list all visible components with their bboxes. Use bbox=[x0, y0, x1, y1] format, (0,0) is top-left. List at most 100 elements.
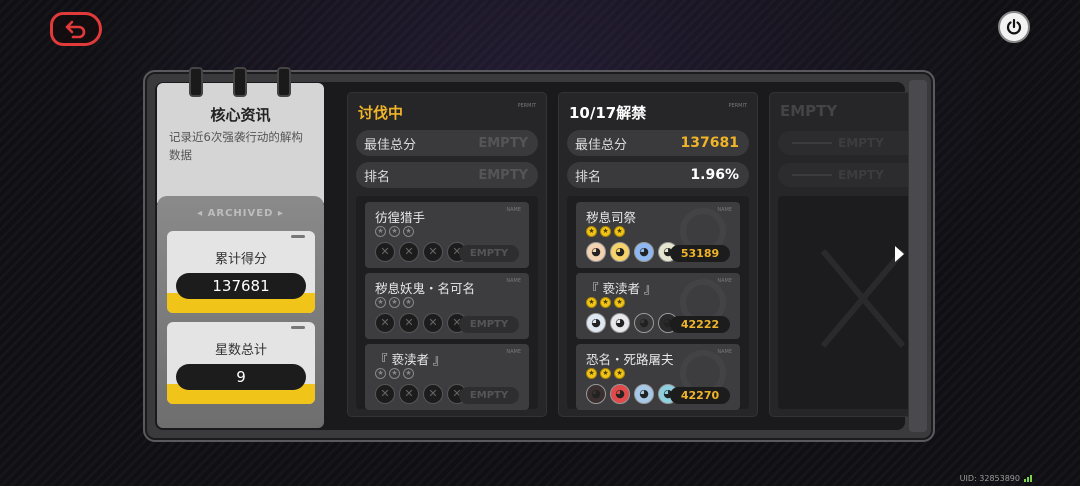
empty-row: EMPTY bbox=[778, 163, 908, 187]
score-badge: 42222 bbox=[670, 316, 730, 333]
character-avatar: ◕ bbox=[586, 384, 606, 404]
empty-slot-icon: ✕ bbox=[423, 242, 443, 262]
empty-slot-icon: ✕ bbox=[423, 384, 443, 404]
star-total-label: 星数总计 bbox=[214, 343, 267, 358]
star-empty-icon: ★ bbox=[375, 297, 386, 308]
power-button[interactable] bbox=[998, 11, 1030, 43]
star-empty-icon: ★ bbox=[403, 297, 414, 308]
empty-score-badge: EMPTY bbox=[459, 387, 519, 404]
card-tab bbox=[291, 235, 305, 238]
character-avatar: ◕ bbox=[586, 313, 606, 333]
notepad-title: 核心资讯 bbox=[210, 106, 271, 124]
name-tag: NAME bbox=[506, 349, 521, 355]
team-slots: ✕ ✕ ✕ ✕ bbox=[375, 313, 467, 333]
enemy-card[interactable]: 彷徨猎手 NAME ★ ★ ★ ✕ ✕ ✕ ✕ EMPTY bbox=[365, 202, 529, 268]
binder-ring bbox=[277, 67, 291, 97]
total-score-value: 137681 bbox=[176, 273, 306, 299]
enemy-card[interactable]: 『 亵渎者 』 NAME ★ ★ ★ ◕ ◕ ◕ ◕ 42222 bbox=[576, 273, 740, 339]
signal-icon bbox=[1024, 475, 1032, 482]
star-empty-icon: ★ bbox=[389, 368, 400, 379]
team-slots: ◕ ◕ ◕ ◕ bbox=[586, 242, 678, 262]
star-empty-icon: ★ bbox=[375, 368, 386, 379]
enemy-card[interactable]: 秽息司祭 NAME ★ ★ ★ ◕ ◕ ◕ ◕ 53189 bbox=[576, 202, 740, 268]
name-tag: NAME bbox=[717, 349, 732, 355]
star-empty-icon: ★ bbox=[403, 226, 414, 237]
binder-ring bbox=[233, 67, 247, 97]
enemy-name: 『 亵渎者 』 bbox=[586, 281, 657, 296]
enemy-name: 彷徨猎手 bbox=[375, 210, 426, 225]
enemy-card[interactable]: 恐名・死路屠夫 NAME ★ ★ ★ ◕ ◕ ◕ ◕ 42270 bbox=[576, 344, 740, 410]
character-avatar: ◕ bbox=[634, 313, 654, 333]
notepad-sheet: 核心资讯 记录近6次强袭行动的解构数据 bbox=[157, 67, 324, 203]
name-tag: NAME bbox=[506, 278, 521, 284]
empty-body bbox=[778, 196, 908, 409]
star-rating: ★ ★ ★ bbox=[586, 297, 625, 308]
star-filled-icon: ★ bbox=[600, 226, 611, 237]
character-avatar: ◕ bbox=[610, 384, 630, 404]
best-score-value: 137681 bbox=[680, 135, 739, 151]
star-filled-icon: ★ bbox=[614, 226, 625, 237]
character-avatar: ◕ bbox=[610, 313, 630, 333]
character-avatar: ◕ bbox=[634, 384, 654, 404]
star-empty-icon: ★ bbox=[389, 226, 400, 237]
enemy-card[interactable]: 『 亵渎者 』 NAME ★ ★ ★ ✕ ✕ ✕ ✕ EMPTY bbox=[365, 344, 529, 410]
star-empty-icon: ★ bbox=[389, 297, 400, 308]
archived-text: ARCHIVED bbox=[207, 208, 274, 219]
empty-slot-icon: ✕ bbox=[375, 313, 395, 333]
empty-score-badge: EMPTY bbox=[459, 245, 519, 262]
rank-row: 排名 1.96% bbox=[567, 162, 749, 188]
permit-tag: PERMIT bbox=[728, 103, 748, 109]
empty-score-badge: EMPTY bbox=[459, 316, 519, 333]
name-tag: NAME bbox=[506, 207, 521, 213]
score-badge: 53189 bbox=[670, 245, 730, 262]
enemy-card[interactable]: 秽息妖鬼・名可名 NAME ★ ★ ★ ✕ ✕ ✕ ✕ EMPTY bbox=[365, 273, 529, 339]
rank-value: EMPTY bbox=[478, 167, 528, 183]
score-badge: 42270 bbox=[670, 387, 730, 404]
empty-slot-icon: ✕ bbox=[399, 242, 419, 262]
empty-slot-icon: ✕ bbox=[399, 384, 419, 404]
star-rating: ★ ★ ★ bbox=[375, 226, 414, 237]
star-filled-icon: ★ bbox=[586, 226, 597, 237]
best-score-row: 最佳总分 137681 bbox=[567, 130, 749, 156]
back-button[interactable] bbox=[50, 12, 102, 46]
locked-empty-panel: EMPTY EMPTY EMPTY bbox=[769, 92, 909, 417]
enemy-name: 『 亵渎者 』 bbox=[375, 352, 446, 367]
enemy-name: 恐名・死路屠夫 bbox=[586, 352, 674, 367]
power-icon bbox=[1006, 18, 1022, 35]
card-tab bbox=[291, 326, 305, 329]
character-avatar: ◕ bbox=[634, 242, 654, 262]
star-filled-icon: ★ bbox=[600, 297, 611, 308]
name-tag: NAME bbox=[717, 207, 732, 213]
star-rating: ★ ★ ★ bbox=[375, 368, 414, 379]
current-hunt-panel[interactable]: 讨伐中 PERMIT 最佳总分 EMPTY 排名 EMPTY 彷徨猎手 NAME ★… bbox=[347, 92, 547, 417]
team-slots: ✕ ✕ ✕ ✕ bbox=[375, 242, 467, 262]
archived-label: ◂ ARCHIVED ▸ bbox=[197, 208, 284, 219]
star-total-value: 9 bbox=[176, 364, 306, 390]
star-total-card: 星数总计 9 bbox=[167, 322, 315, 404]
permit-tag: PERMIT bbox=[517, 103, 537, 109]
rank-label: 排名 bbox=[575, 169, 602, 185]
unlocked-panel[interactable]: 10/17解禁 PERMIT 最佳总分 137681 排名 1.96% 秽息司祭… bbox=[558, 92, 758, 417]
empty-row-text: EMPTY bbox=[838, 168, 884, 182]
binder-ring bbox=[189, 67, 203, 97]
core-info-notepad: 核心资讯 记录近6次强袭行动的解构数据 ◂ ARCHIVED ▸ 累计得分 13… bbox=[157, 67, 324, 428]
star-rating: ★ ★ ★ bbox=[375, 297, 414, 308]
total-score-label: 累计得分 bbox=[214, 252, 267, 267]
empty-slot-icon: ✕ bbox=[375, 242, 395, 262]
best-score-label: 最佳总分 bbox=[364, 137, 417, 153]
star-rating: ★ ★ ★ bbox=[586, 368, 625, 379]
star-filled-icon: ★ bbox=[614, 368, 625, 379]
next-page-arrow-icon[interactable] bbox=[895, 246, 904, 262]
rank-row: 排名 EMPTY bbox=[356, 162, 538, 188]
empty-panel-title: EMPTY bbox=[780, 102, 838, 120]
empty-slot-icon: ✕ bbox=[423, 313, 443, 333]
panel-title: 讨伐中 bbox=[358, 104, 404, 122]
character-avatar: ◕ bbox=[610, 242, 630, 262]
enemy-list: 彷徨猎手 NAME ★ ★ ★ ✕ ✕ ✕ ✕ EMPTY 秽息妖鬼・名可名 NAME ★ ★ ★ ✕ ✕ ✕ ✕ E… bbox=[356, 196, 538, 410]
archive-section: ◂ ARCHIVED ▸ 累计得分 137681 星数总计 9 bbox=[157, 196, 324, 428]
total-score-card: 累计得分 137681 bbox=[167, 231, 315, 313]
star-filled-icon: ★ bbox=[600, 368, 611, 379]
team-slots: ◕ ◕ ◕ ◕ bbox=[586, 313, 678, 333]
empty-slot-icon: ✕ bbox=[399, 313, 419, 333]
team-slots: ✕ ✕ ✕ ✕ bbox=[375, 384, 467, 404]
